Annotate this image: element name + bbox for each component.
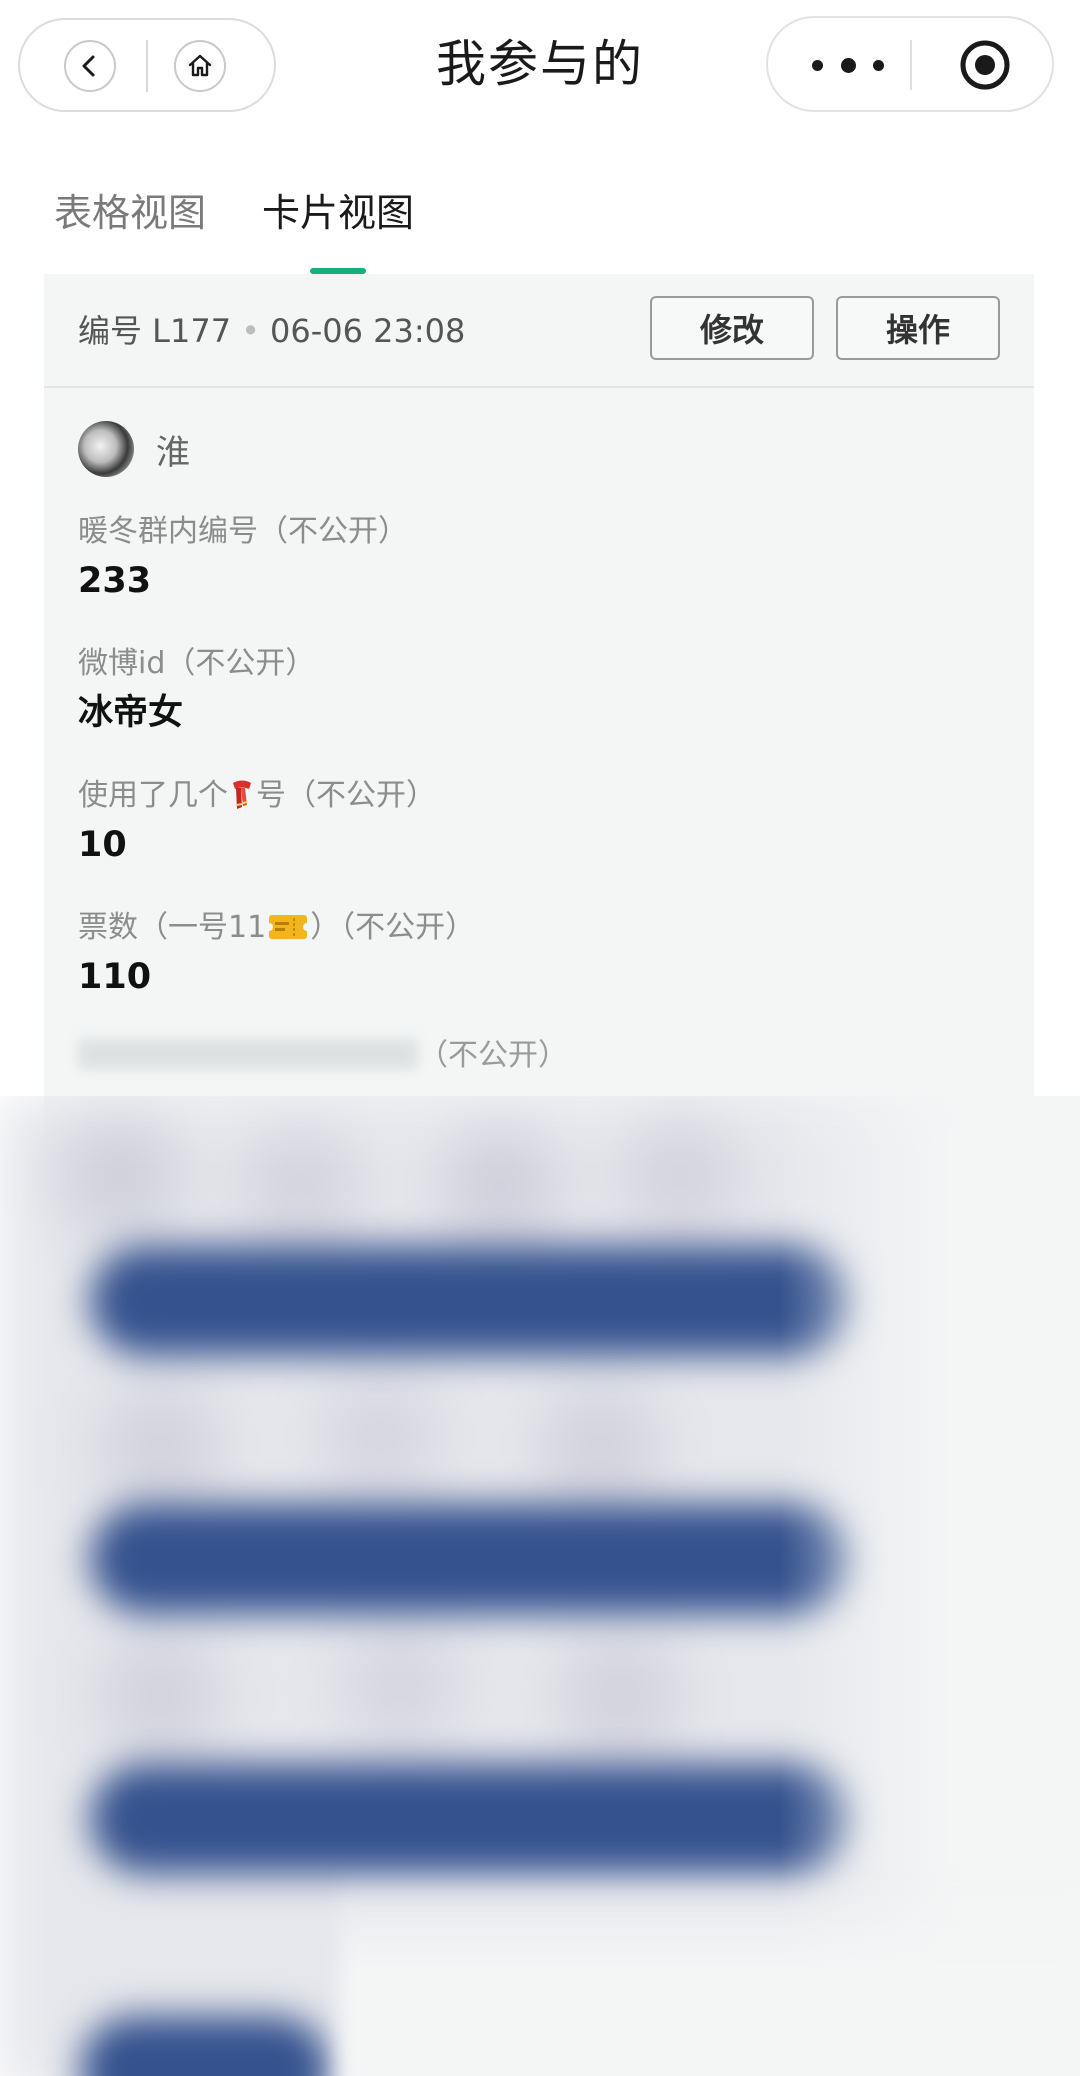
ticket-icon — [268, 915, 309, 939]
card-header: 编号 L177 • 06-06 23:08 修改 操作 — [44, 274, 1034, 388]
field-value: 冰帝女 — [78, 693, 184, 733]
avatar — [78, 421, 134, 477]
redacted-text — [78, 1039, 418, 1069]
meta-separator: • — [241, 312, 260, 350]
record-id: 编号 L177 — [78, 312, 232, 350]
chevron-left-icon — [82, 55, 95, 77]
field-label: 暖冬群内编号（不公开） — [78, 514, 408, 549]
tab-table-view[interactable]: 表格视图 — [54, 186, 206, 240]
back-button[interactable] — [64, 40, 116, 92]
field-value: 233 — [78, 561, 152, 601]
field-label: 票数（一号11 ）（不公开） — [78, 906, 475, 950]
scarf-icon — [233, 780, 251, 809]
redacted-image-region — [0, 1096, 1080, 2076]
field-value: 110 — [78, 957, 152, 997]
tab-card-view[interactable]: 卡片视图 — [262, 186, 414, 240]
redaction-bar — [90, 1246, 850, 1356]
more-options-icon[interactable] — [812, 48, 884, 82]
submitter-row: 淮 — [78, 420, 190, 478]
field-value: 10 — [78, 825, 127, 865]
field-group-number: 暖冬群内编号（不公开） 233 — [78, 510, 408, 608]
field-label-suffix: （不公开） — [418, 1038, 568, 1073]
submitter-name: 淮 — [156, 432, 190, 473]
record-meta: 编号 L177 • 06-06 23:08 — [78, 306, 465, 356]
field-label: 微博id（不公开） — [78, 646, 316, 681]
field-label-text: 号（不公开） — [256, 778, 436, 813]
field-label-text: 使用了几个 — [78, 778, 228, 813]
redaction-bar — [90, 1764, 850, 1874]
redaction-fade — [340, 1876, 1080, 2076]
redaction-bar — [90, 1504, 850, 1614]
record-time: 06-06 23:08 — [269, 312, 466, 350]
field-label-text: 票数（一号11 — [78, 910, 267, 945]
field-scarf-count: 使用了几个 号（不公开） 10 — [78, 774, 436, 872]
field-label: 使用了几个 号（不公开） — [78, 774, 436, 818]
nav-divider — [146, 40, 148, 92]
field-weibo-id: 微博id（不公开） 冰帝女 — [78, 642, 315, 740]
redaction-bar — [80, 2016, 330, 2076]
edit-button[interactable]: 修改 — [650, 296, 814, 360]
close-target-icon[interactable] — [958, 38, 1012, 92]
actions-button[interactable]: 操作 — [836, 296, 1000, 360]
home-button[interactable] — [174, 40, 226, 92]
capsule-divider — [910, 40, 912, 90]
field-label-text: ）（不公开） — [310, 910, 476, 945]
redacted-field-label: （不公开） — [78, 1034, 568, 1078]
home-icon — [188, 54, 212, 77]
field-vote-count: 票数（一号11 ）（不公开） 110 — [78, 906, 475, 1004]
mini-program-capsule — [766, 16, 1054, 112]
nav-capsule-left — [18, 18, 276, 112]
